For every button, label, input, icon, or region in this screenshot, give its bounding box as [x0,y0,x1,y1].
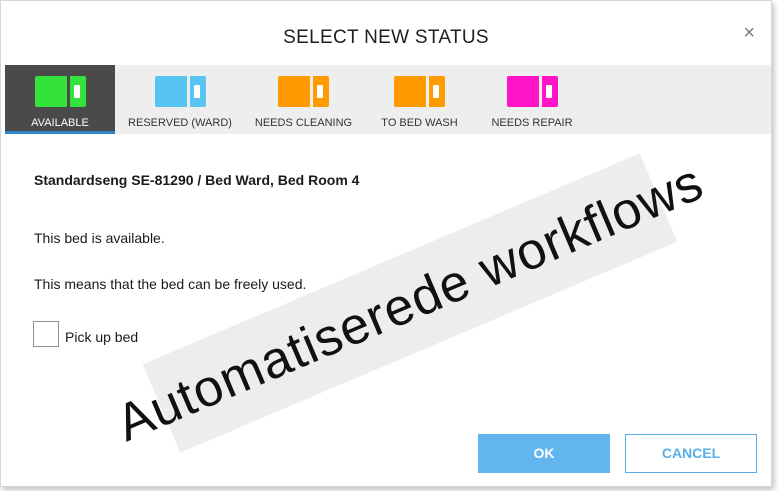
pick-up-bed-checkbox[interactable] [33,321,59,347]
pick-up-bed-label: Pick up bed [65,329,139,345]
bed-icon [154,76,206,107]
ok-button[interactable]: OK [478,434,610,473]
bed-icon [506,76,558,107]
active-tab-indicator [5,131,115,134]
close-icon[interactable]: × [743,23,755,43]
tab-needs-cleaning[interactable]: NEEDS CLEANING [245,65,362,134]
status-explanation: This means that the bed can be freely us… [34,276,307,292]
tab-label: AVAILABLE [31,117,89,129]
tab-needs-repair[interactable]: NEEDS REPAIR [477,65,587,134]
tab-available[interactable]: AVAILABLE [5,65,115,134]
bed-icon [394,76,445,107]
cancel-button[interactable]: CANCEL [625,434,757,473]
bed-icon [278,76,329,107]
tab-label: RESERVED (WARD) [128,117,232,129]
status-tabs: AVAILABLE RESERVED (WARD) NEEDS CLEANING… [5,65,771,134]
tab-reserved-ward[interactable]: RESERVED (WARD) [115,65,245,134]
tab-label: NEEDS REPAIR [491,117,573,129]
dialog-title: SELECT NEW STATUS [283,27,489,48]
tab-to-bed-wash[interactable]: TO BED WASH [362,65,477,134]
bed-title: Standardseng SE-81290 / Bed Ward, Bed Ro… [34,172,360,188]
tab-label: TO BED WASH [381,117,458,129]
tab-label: NEEDS CLEANING [254,117,353,129]
bed-icon [34,76,86,107]
status-description: This bed is available. [34,230,165,246]
